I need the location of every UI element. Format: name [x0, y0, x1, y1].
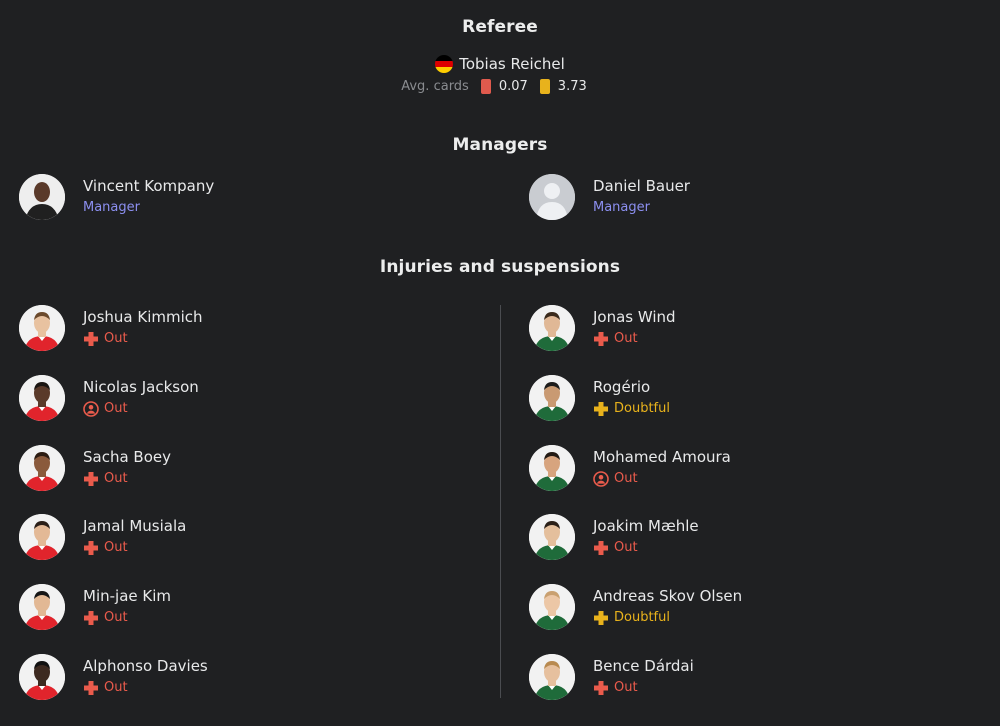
player-status-label: Out [614, 540, 638, 555]
manager-away[interactable]: Daniel Bauer Manager [529, 174, 690, 220]
player-status-label: Out [614, 471, 638, 486]
player-status: Doubtful [593, 608, 742, 628]
player-name: Mohamed Amoura [593, 448, 731, 466]
player-avatar [529, 654, 575, 700]
player-avatar [529, 514, 575, 560]
player-name: Andreas Skov Olsen [593, 587, 743, 605]
player-status: Out [593, 329, 676, 349]
referee-name-row: Tobias Reichel [0, 55, 1000, 73]
player-avatar [19, 305, 65, 351]
player-status: Out [593, 678, 694, 698]
yellow-card-average: 3.73 [557, 79, 587, 94]
injury-cross-icon [83, 540, 104, 556]
manager-placeholder-avatar [529, 174, 575, 220]
player-name: Jonas Wind [593, 308, 676, 326]
player-status-label: Out [614, 331, 638, 346]
injury-cross-icon [593, 540, 614, 556]
injured-player-row[interactable]: Bence Dárdai Out [529, 654, 694, 700]
player-name: Bence Dárdai [593, 657, 694, 675]
player-avatar [529, 375, 575, 421]
player-avatar [529, 584, 575, 630]
player-avatar [529, 445, 575, 491]
injury-cross-icon [83, 680, 104, 696]
player-avatar [19, 445, 65, 491]
avg-cards-label: Avg. cards [401, 79, 469, 94]
referee-name[interactable]: Tobias Reichel [459, 55, 565, 73]
player-status: Out [83, 538, 186, 558]
player-status: Out [593, 469, 731, 489]
player-status: Out [83, 678, 208, 698]
player-avatar [19, 375, 65, 421]
player-status-label: Out [104, 331, 128, 346]
referee-title: Referee [462, 17, 538, 37]
player-status: Out [83, 469, 171, 489]
injured-player-row[interactable]: Alphonso Davies Out [19, 654, 208, 700]
player-avatar [19, 654, 65, 700]
injured-player-row[interactable]: Mohamed Amoura Out [529, 445, 731, 491]
player-name: Rogério [593, 378, 651, 396]
player-out-icon [593, 471, 614, 487]
player-status-label: Out [104, 610, 128, 625]
red-card-average: 0.07 [498, 79, 528, 94]
player-name: Nicolas Jackson [83, 378, 199, 396]
injured-player-row[interactable]: Sacha Boey Out [19, 445, 171, 491]
player-status: Out [593, 538, 699, 558]
injured-player-row[interactable]: Rogério Doubtful [529, 375, 670, 421]
injured-player-row[interactable]: Min-jae Kim Out [19, 584, 171, 630]
player-status-label: Doubtful [614, 401, 670, 416]
player-avatar [529, 305, 575, 351]
player-status: Out [83, 329, 203, 349]
injured-player-row[interactable]: Jamal Musiala Out [19, 514, 186, 560]
player-status-label: Doubtful [614, 610, 670, 625]
manager-name: Vincent Kompany [83, 177, 215, 195]
injured-player-row[interactable]: Andreas Skov Olsen Doubtful [529, 584, 742, 630]
injuries-title: Injuries and suspensions [379, 257, 621, 277]
manager-role: Manager [593, 200, 650, 215]
injured-player-row[interactable]: Joakim Mæhle Out [529, 514, 699, 560]
injury-cross-icon [593, 401, 614, 417]
referee-avg-cards: Avg. cards 0.07 3.73 [0, 79, 1000, 94]
germany-flag-icon [435, 55, 454, 73]
player-out-icon [83, 401, 104, 417]
injury-cross-icon [83, 471, 104, 487]
manager-avatar [19, 174, 65, 220]
injured-player-row[interactable]: Joshua Kimmich Out [19, 305, 203, 351]
managers-title: Managers [452, 135, 548, 155]
player-name: Min-jae Kim [83, 587, 172, 605]
player-status-label: Out [104, 401, 128, 416]
injury-cross-icon [593, 610, 614, 626]
player-avatar [19, 584, 65, 630]
injured-player-row[interactable]: Jonas Wind Out [529, 305, 676, 351]
red-card-icon [480, 79, 491, 94]
yellow-card-icon [539, 79, 550, 94]
player-status: Out [83, 399, 199, 419]
manager-name: Daniel Bauer [593, 177, 690, 195]
column-divider [500, 305, 501, 698]
player-status: Out [83, 608, 171, 628]
injury-cross-icon [83, 331, 104, 347]
injury-cross-icon [593, 680, 614, 696]
player-status-label: Out [104, 680, 128, 695]
player-status-label: Out [104, 471, 128, 486]
player-name: Sacha Boey [83, 448, 172, 466]
player-name: Jamal Musiala [83, 517, 187, 535]
injury-cross-icon [593, 331, 614, 347]
manager-role: Manager [83, 200, 140, 215]
player-name: Joakim Mæhle [593, 517, 699, 535]
player-status: Doubtful [593, 399, 670, 419]
player-avatar [19, 514, 65, 560]
manager-home[interactable]: Vincent Kompany Manager [19, 174, 214, 220]
player-name: Joshua Kimmich [83, 308, 203, 326]
player-status-label: Out [104, 540, 128, 555]
injured-player-row[interactable]: Nicolas Jackson Out [19, 375, 199, 421]
injury-cross-icon [83, 610, 104, 626]
player-name: Alphonso Davies [83, 657, 208, 675]
player-status-label: Out [614, 680, 638, 695]
